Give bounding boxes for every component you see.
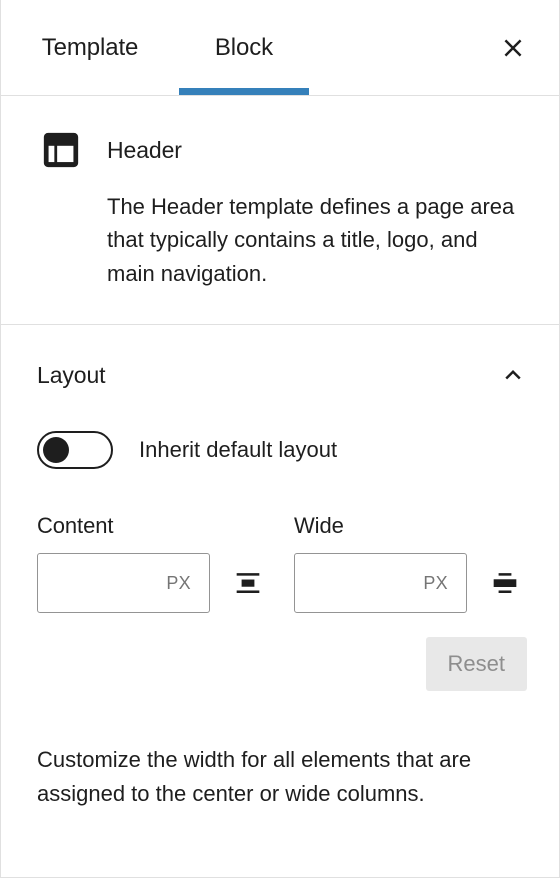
wide-width-input[interactable] bbox=[295, 554, 424, 613]
content-width-row: PX bbox=[37, 553, 270, 614]
align-wide-width-icon-button[interactable] bbox=[483, 561, 527, 605]
inherit-default-layout-label: Inherit default layout bbox=[139, 437, 338, 463]
content-width-label: Content bbox=[37, 513, 114, 539]
settings-tabbar: Template Block bbox=[1, 0, 559, 96]
tab-block-underline bbox=[179, 88, 309, 95]
reset-row: Reset bbox=[37, 637, 527, 692]
align-center-width-icon bbox=[232, 567, 264, 599]
inherit-default-layout-row: Inherit default layout bbox=[37, 431, 527, 470]
content-width-input[interactable] bbox=[38, 554, 167, 613]
close-button[interactable] bbox=[487, 22, 539, 74]
wide-width-row: PX bbox=[294, 553, 527, 614]
toggle-knob bbox=[43, 437, 69, 464]
tab-template-underline bbox=[1, 88, 179, 95]
layout-panel: Layout Inherit default layout Content PX bbox=[1, 325, 559, 810]
align-center-width-icon-button[interactable] bbox=[226, 561, 270, 605]
align-wide-width-icon bbox=[489, 567, 521, 599]
inherit-default-layout-toggle[interactable] bbox=[37, 431, 113, 470]
tab-template[interactable]: Template bbox=[1, 0, 179, 95]
reset-button[interactable]: Reset bbox=[425, 637, 527, 692]
header-block-icon bbox=[37, 126, 85, 174]
layout-help-text: Customize the width for all elements tha… bbox=[37, 747, 472, 806]
width-controls: Content PX Wide PX bbox=[37, 513, 527, 614]
layout-panel-title: Layout bbox=[37, 361, 106, 388]
block-title: Header bbox=[107, 136, 182, 163]
tab-block[interactable]: Block bbox=[179, 0, 309, 95]
close-icon bbox=[499, 34, 527, 62]
chevron-up-icon bbox=[499, 361, 527, 389]
content-width-unit: PX bbox=[166, 572, 191, 593]
wide-width-label: Wide bbox=[294, 513, 344, 539]
block-description: The Header template defines a page area … bbox=[107, 194, 515, 286]
content-width-input-wrapper: PX bbox=[37, 553, 210, 614]
layout-panel-toggle[interactable]: Layout bbox=[37, 325, 527, 425]
wide-width-input-wrapper: PX bbox=[294, 553, 467, 614]
tab-block-label: Block bbox=[214, 33, 274, 61]
content-width-group: Content PX bbox=[37, 513, 270, 614]
block-settings-panel: Template Block Header The Header templat… bbox=[0, 0, 560, 878]
tab-template-label: Template bbox=[41, 33, 139, 61]
wide-width-group: Wide PX bbox=[294, 513, 527, 614]
block-title-row: Header bbox=[37, 126, 527, 174]
wide-width-unit: PX bbox=[423, 572, 448, 593]
block-info-section: Header The Header template defines a pag… bbox=[1, 96, 559, 326]
